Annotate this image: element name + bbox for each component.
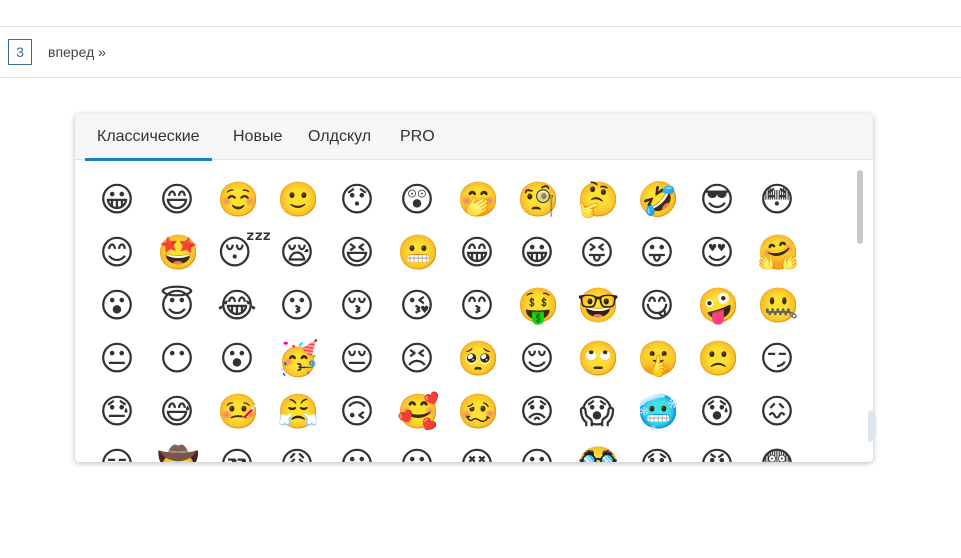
tab-classic[interactable]: Классические	[85, 114, 212, 161]
emoji-item[interactable]: 😞	[637, 445, 677, 462]
emoji-item[interactable]: 😄	[157, 180, 197, 220]
emoji-item[interactable]: 😂	[217, 286, 257, 326]
emoji-item[interactable]: 😶	[157, 339, 197, 379]
pagination: 3 вперед »	[8, 38, 106, 66]
emoji-scrollbar[interactable]	[857, 170, 863, 456]
emoji-item[interactable]: 🤠	[157, 445, 199, 462]
emoji-item[interactable]: 😶	[337, 445, 377, 462]
emoji-item[interactable]: 😴	[217, 233, 272, 273]
emoji-item[interactable]: 🙁	[697, 339, 739, 379]
emoji-tabs: Классические Новые Олдскул PRO	[75, 114, 873, 161]
emoji-item[interactable]: 😚	[337, 286, 377, 326]
emoji-item[interactable]: 🧐	[517, 180, 559, 220]
emoji-item[interactable]: 🙃	[337, 392, 377, 432]
emoji-item[interactable]: 😇	[157, 286, 197, 326]
emoji-item[interactable]: 🥴	[457, 392, 499, 432]
pagination-divider	[0, 77, 961, 78]
emoji-item[interactable]: 🥺	[457, 339, 499, 379]
emoji-item[interactable]: 😝	[577, 233, 617, 273]
emoji-item[interactable]: 🤪	[697, 286, 739, 326]
emoji-item[interactable]: 😙	[457, 286, 497, 326]
emoji-item[interactable]: 😬	[397, 233, 439, 273]
page-number-button[interactable]: 3	[8, 39, 32, 65]
emoji-item[interactable]: 😅	[157, 392, 197, 432]
emoji-item[interactable]: 🤫	[637, 339, 679, 379]
emoji-item[interactable]: 😮	[217, 339, 257, 379]
emoji-item[interactable]: 😳	[757, 180, 797, 220]
emoji-picker: Классические Новые Олдскул PRO 😀 😄 ☺️ 🙂 😯 😲 🤭 🧐…	[75, 114, 873, 462]
emoji-item[interactable]: 🤭	[457, 180, 499, 220]
emoji-item[interactable]: 🤓	[577, 286, 619, 326]
emoji-item[interactable]: 🤔	[577, 180, 619, 220]
emoji-item[interactable]: 😪	[277, 233, 317, 273]
emoji-item[interactable]: 😤	[277, 392, 319, 432]
tab-oldschool[interactable]: Олдскул	[308, 114, 371, 160]
emoji-item[interactable]: 😖	[757, 392, 797, 432]
emoji-item[interactable]: 🙂	[277, 180, 319, 220]
emoji-item[interactable]: 🥳	[277, 339, 319, 379]
emoji-item[interactable]: ☺️	[217, 180, 259, 220]
emoji-item[interactable]: 😨	[757, 445, 797, 462]
emoji-item[interactable]: 😮	[97, 286, 137, 326]
emoji-item[interactable]: 😗	[277, 286, 317, 326]
emoji-item[interactable]: 🥰	[397, 392, 439, 432]
emoji-item[interactable]: 🤣	[637, 180, 679, 220]
next-page-link[interactable]: вперед »	[48, 44, 106, 60]
emoji-item[interactable]: 😩	[277, 445, 317, 462]
emoji-item[interactable]: 😑	[97, 445, 137, 462]
emoji-item[interactable]: 😣	[397, 339, 437, 379]
emoji-item[interactable]: 🥶	[637, 392, 679, 432]
top-divider	[0, 26, 961, 27]
emoji-item[interactable]: 😡	[697, 445, 737, 462]
emoji-item[interactable]: 🙄	[577, 339, 619, 379]
emoji-item[interactable]: 😦	[397, 445, 437, 462]
emoji-item[interactable]: 😏	[757, 339, 797, 379]
emoji-item[interactable]: 🤑	[517, 286, 559, 326]
emoji-item[interactable]: 😀	[517, 233, 557, 273]
tab-new[interactable]: Новые	[233, 114, 282, 160]
scroll-thumb[interactable]	[857, 170, 863, 244]
emoji-item[interactable]: 😋	[637, 286, 677, 326]
emoji-item[interactable]: 🥸	[577, 445, 619, 462]
emoji-item[interactable]: 🤗	[757, 233, 799, 273]
emoji-item[interactable]: 😰	[697, 392, 737, 432]
emoji-item[interactable]: 😆	[337, 233, 377, 273]
emoji-item[interactable]: 😕	[517, 445, 557, 462]
emoji-item[interactable]: 😌	[517, 339, 557, 379]
emoji-item[interactable]: 😯	[337, 180, 377, 220]
emoji-item[interactable]: 😊	[97, 233, 137, 273]
emoji-item[interactable]: 😎	[697, 180, 737, 220]
emoji-item[interactable]: 😲	[397, 180, 437, 220]
tab-pro[interactable]: PRO	[400, 114, 435, 160]
emoji-item[interactable]: 😀	[97, 180, 137, 220]
emoji-item[interactable]: 😛	[637, 233, 677, 273]
emoji-item[interactable]: 😘	[397, 286, 437, 326]
background-button-edge	[868, 410, 876, 442]
emoji-grid: 😀 😄 ☺️ 🙂 😯 😲 🤭 🧐 🤔 🤣 😎 😳 😊 🤩 😴 😪 😆 😬 😁 😀 😝 😛 😍 🤗 😮 😇 😂 😗 😚 😘 😙 🤑 🤓 😋 🤪 🤐 😐 😶 😮…	[75, 160, 855, 462]
emoji-item[interactable]: 🤒	[217, 392, 259, 432]
emoji-item[interactable]: 😍	[697, 233, 737, 273]
emoji-item[interactable]: 😵	[457, 445, 497, 462]
emoji-item[interactable]: 🤐	[757, 286, 799, 326]
emoji-item[interactable]: 🤩	[157, 233, 199, 273]
emoji-item[interactable]: 😱	[577, 392, 617, 432]
emoji-item[interactable]: 😔	[337, 339, 377, 379]
emoji-item[interactable]: 😁	[457, 233, 497, 273]
emoji-item[interactable]: 😟	[517, 392, 557, 432]
emoji-item[interactable]: 😓	[97, 392, 137, 432]
emoji-item[interactable]: 😐	[97, 339, 137, 379]
emoji-item[interactable]: 😒	[217, 445, 257, 462]
